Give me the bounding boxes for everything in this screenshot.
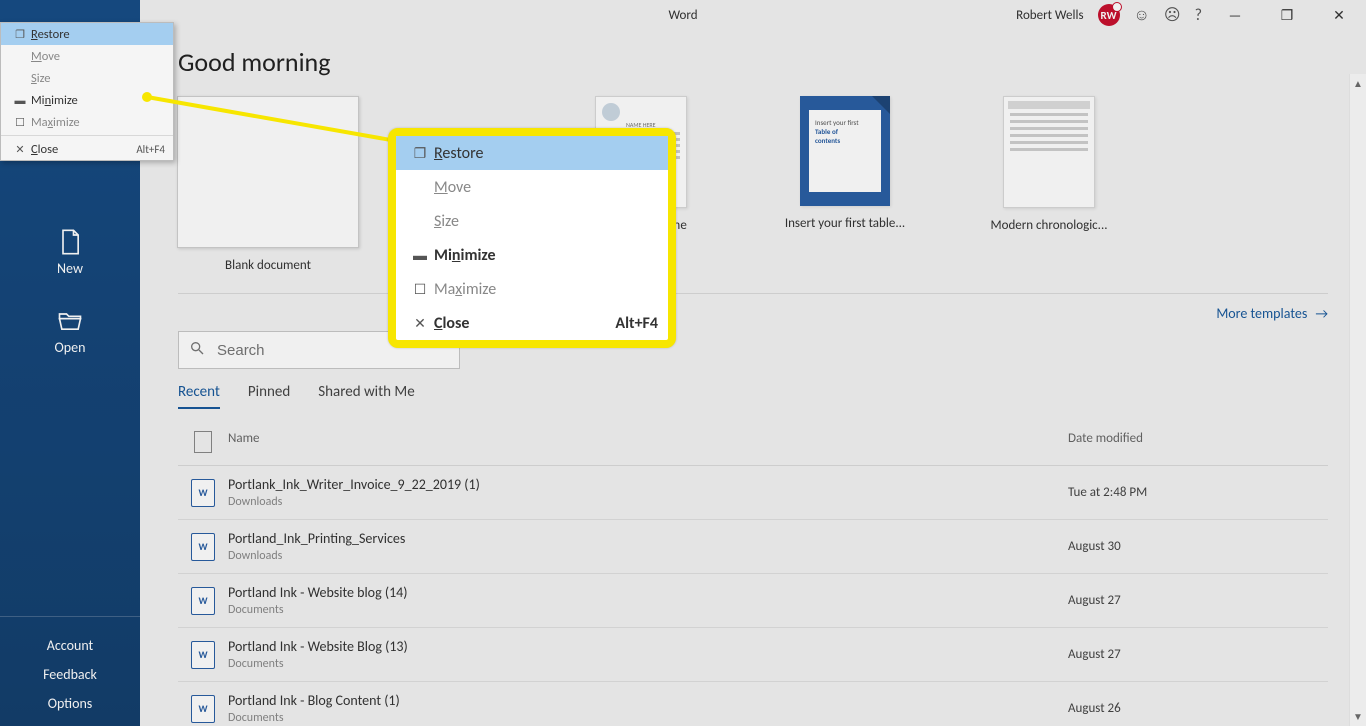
menu-move[interactable]: Move [1, 45, 173, 67]
minimize-icon: ▬ [9, 94, 31, 107]
doc-title: Portland Ink - Website blog (14)Document… [228, 584, 1068, 617]
doc-location: Downloads [228, 549, 1068, 563]
doc-title: Portland_Ink_Printing_ServicesDownloads [228, 530, 1068, 563]
arrow-right-icon: → [1315, 305, 1328, 322]
doc-date: Tue at 2:48 PM [1068, 485, 1328, 500]
maximize-icon: ☐ [9, 116, 31, 129]
sidebar-item-new[interactable]: New [0, 210, 140, 289]
close-window-button[interactable]: ✕ [1320, 7, 1358, 24]
template-label: Insert your first table... [785, 216, 905, 231]
close-icon: ✕ [9, 143, 31, 156]
sidebar-item-open[interactable]: Open [0, 289, 140, 368]
greeting-text: Good morning [178, 46, 1328, 78]
doc-title: Portland Ink - Blog Content (1)Documents [228, 692, 1068, 725]
tab-pinned[interactable]: Pinned [248, 383, 290, 409]
doc-list-header: Name Date modified [178, 423, 1328, 466]
doc-date: August 27 [1068, 593, 1328, 608]
app-title: Word [668, 8, 697, 23]
zoom-menu-close[interactable]: ✕ Close Alt+F4 [396, 306, 668, 340]
menu-size[interactable]: Size [1, 67, 173, 89]
avatar[interactable]: RW [1098, 4, 1120, 26]
minimize-icon: ▬ [406, 247, 434, 264]
new-doc-icon [56, 228, 84, 256]
titlebar: Word Robert Wells RW ☺ ☹ ? — ❐ ✕ [0, 0, 1366, 30]
menu-restore[interactable]: ❐ Restore [1, 23, 173, 45]
sidebar-link-account[interactable]: Account [0, 637, 140, 654]
sidebar-link-options[interactable]: Options [0, 695, 140, 712]
zoom-menu-maximize[interactable]: ☐ Maximize [396, 272, 668, 306]
doc-location: Documents [228, 603, 1068, 617]
template-label: Modern chronologic... [990, 218, 1107, 233]
restore-window-button[interactable]: ❐ [1268, 7, 1306, 24]
page-icon [194, 431, 212, 453]
user-name[interactable]: Robert Wells [1016, 8, 1083, 23]
more-templates-link[interactable]: More templates→ [1216, 305, 1328, 322]
zoom-menu-size[interactable]: Size [396, 204, 668, 238]
doc-title: Portland Ink - Website Blog (13)Document… [228, 638, 1068, 671]
recent-tabs: Recent Pinned Shared with Me [178, 383, 1328, 409]
maximize-icon: ☐ [406, 281, 434, 298]
word-doc-icon: W [191, 587, 215, 615]
minimize-window-button[interactable]: — [1216, 7, 1254, 24]
doc-date: August 26 [1068, 701, 1328, 716]
doc-location: Downloads [228, 495, 1068, 509]
doc-location: Documents [228, 657, 1068, 671]
tab-shared[interactable]: Shared with Me [318, 383, 414, 409]
doc-date: August 30 [1068, 539, 1328, 554]
sad-icon[interactable]: ☹ [1164, 5, 1181, 25]
doc-date: August 27 [1068, 647, 1328, 662]
doc-row[interactable]: W Portland Ink - Website blog (14)Documen… [178, 574, 1328, 628]
sidebar-label: Open [55, 339, 86, 356]
menu-close[interactable]: ✕ Close Alt+F4 [1, 138, 173, 160]
template-blank[interactable]: Blank document [178, 96, 358, 273]
doc-row[interactable]: W Portlank_Ink_Writer_Invoice_9_22_2019 (… [178, 466, 1328, 520]
system-menu-zoom: ❐ Restore Move Size ▬ Minimize ☐ Maximiz… [388, 128, 676, 348]
word-doc-icon: W [191, 695, 215, 723]
scroll-down-icon[interactable]: ▼ [1353, 707, 1363, 726]
doc-row[interactable]: W Portland Ink - Blog Content (1)Document… [178, 682, 1328, 726]
search-icon [189, 340, 205, 361]
open-folder-icon [56, 307, 84, 335]
doc-list: W Portlank_Ink_Writer_Invoice_9_22_2019 (… [178, 466, 1328, 726]
template-modern-chrono[interactable]: Modern chronologic... [974, 96, 1124, 233]
doc-title: Portlank_Ink_Writer_Invoice_9_22_2019 (1… [228, 476, 1068, 509]
template-thumb: Insert your first Table of contents [800, 96, 890, 206]
restore-icon: ❐ [406, 145, 434, 162]
template-thumb [1003, 96, 1095, 208]
help-icon[interactable]: ? [1195, 6, 1202, 25]
col-name[interactable]: Name [228, 431, 1068, 457]
zoom-menu-move[interactable]: Move [396, 170, 668, 204]
doc-location: Documents [228, 711, 1068, 725]
col-date[interactable]: Date modified [1068, 431, 1328, 457]
smiley-icon[interactable]: ☺ [1134, 6, 1150, 25]
main-panel: Good morning Blank document l (blank) NA… [140, 30, 1366, 726]
doc-row[interactable]: W Portland_Ink_Printing_ServicesDownloads… [178, 520, 1328, 574]
zoom-menu-minimize[interactable]: ▬ Minimize [396, 238, 668, 272]
word-doc-icon: W [191, 479, 215, 507]
template-label: Blank document [225, 258, 311, 273]
restore-icon: ❐ [9, 28, 31, 41]
sidebar-label: New [57, 260, 83, 277]
scrollbar[interactable]: ▲ ▼ [1349, 74, 1366, 726]
tab-recent[interactable]: Recent [178, 383, 220, 409]
template-gallery: Blank document l (blank) NAME HERE Blue … [178, 96, 1328, 294]
zoom-menu-restore[interactable]: ❐ Restore [396, 136, 668, 170]
close-icon: ✕ [406, 315, 434, 332]
doc-row[interactable]: W Portland Ink - Website Blog (13)Documen… [178, 628, 1328, 682]
word-doc-icon: W [191, 533, 215, 561]
menu-maximize[interactable]: ☐ Maximize [1, 111, 173, 133]
scroll-up-icon[interactable]: ▲ [1353, 74, 1363, 93]
sidebar-link-feedback[interactable]: Feedback [0, 666, 140, 683]
annotation-dot [142, 92, 152, 102]
word-doc-icon: W [191, 641, 215, 669]
template-toc[interactable]: Insert your first Table of contents Inse… [770, 96, 920, 231]
